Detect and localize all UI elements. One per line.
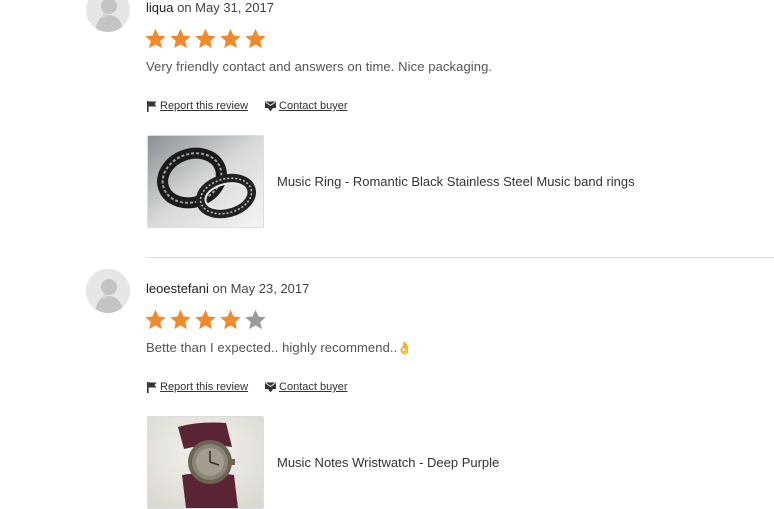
flag-icon <box>147 381 157 393</box>
report-review-label: Report this review <box>160 100 249 112</box>
report-review-label: Report this review <box>160 381 249 393</box>
star-icon <box>170 309 191 330</box>
contact-buyer-link[interactable]: Contact buyer <box>265 100 348 112</box>
flag-icon <box>147 100 157 112</box>
star-icon <box>220 309 241 330</box>
review-date: on May 23, 2017 <box>212 281 310 296</box>
reviewer-avatar[interactable] <box>86 0 130 32</box>
star-icon <box>245 309 266 330</box>
review-byline: leoestefani on May 23, 2017 <box>146 281 309 296</box>
contact-buyer-label: Contact buyer <box>279 381 348 393</box>
star-icon <box>145 28 166 49</box>
rating-stars <box>143 26 268 52</box>
review-text-body: Bette than I expected.. highly recommend… <box>146 340 398 355</box>
reviewed-product[interactable]: Music Notes Wristwatch - Deep Purple <box>147 416 499 509</box>
star-icon <box>220 28 241 49</box>
report-review-link[interactable]: Report this review <box>147 381 248 393</box>
review-date: on May 31, 2017 <box>177 0 274 15</box>
star-icon <box>145 309 166 330</box>
ok-hand-emoji: 👌 <box>397 341 413 355</box>
review-text: Bette than I expected.. highly recommend… <box>146 340 412 355</box>
contact-buyer-label: Contact buyer <box>279 100 348 112</box>
product-thumbnail[interactable] <box>147 416 264 509</box>
product-title-link[interactable]: Music Ring - Romantic Black Stainless St… <box>277 174 635 189</box>
watch-product-image <box>148 417 263 508</box>
envelope-icon <box>265 382 277 392</box>
rating-stars <box>143 307 268 333</box>
envelope-icon <box>265 101 277 111</box>
review-actions: Report this review Contact buyer <box>147 100 348 112</box>
default-avatar-icon <box>86 0 130 32</box>
reviewed-product[interactable]: Music Ring - Romantic Black Stainless St… <box>147 135 635 228</box>
default-avatar-icon <box>86 269 130 313</box>
product-thumbnail[interactable] <box>147 135 264 228</box>
star-icon <box>170 28 191 49</box>
reviewer-name-link[interactable]: liqua <box>146 0 173 15</box>
review-text: Very friendly contact and answers on tim… <box>146 59 493 74</box>
ring-product-image <box>148 136 263 227</box>
star-icon <box>195 28 216 49</box>
reviewer-name-link[interactable]: leoestefani <box>146 281 209 296</box>
review-byline: liqua on May 31, 2017 <box>146 0 274 15</box>
report-review-link[interactable]: Report this review <box>147 100 248 112</box>
reviewer-avatar[interactable] <box>86 269 130 313</box>
contact-buyer-link[interactable]: Contact buyer <box>265 381 348 393</box>
product-title-link[interactable]: Music Notes Wristwatch - Deep Purple <box>277 455 499 470</box>
star-icon <box>195 309 216 330</box>
star-icon <box>245 28 266 49</box>
review-divider <box>146 257 774 258</box>
review-actions: Report this review Contact buyer <box>147 381 348 393</box>
